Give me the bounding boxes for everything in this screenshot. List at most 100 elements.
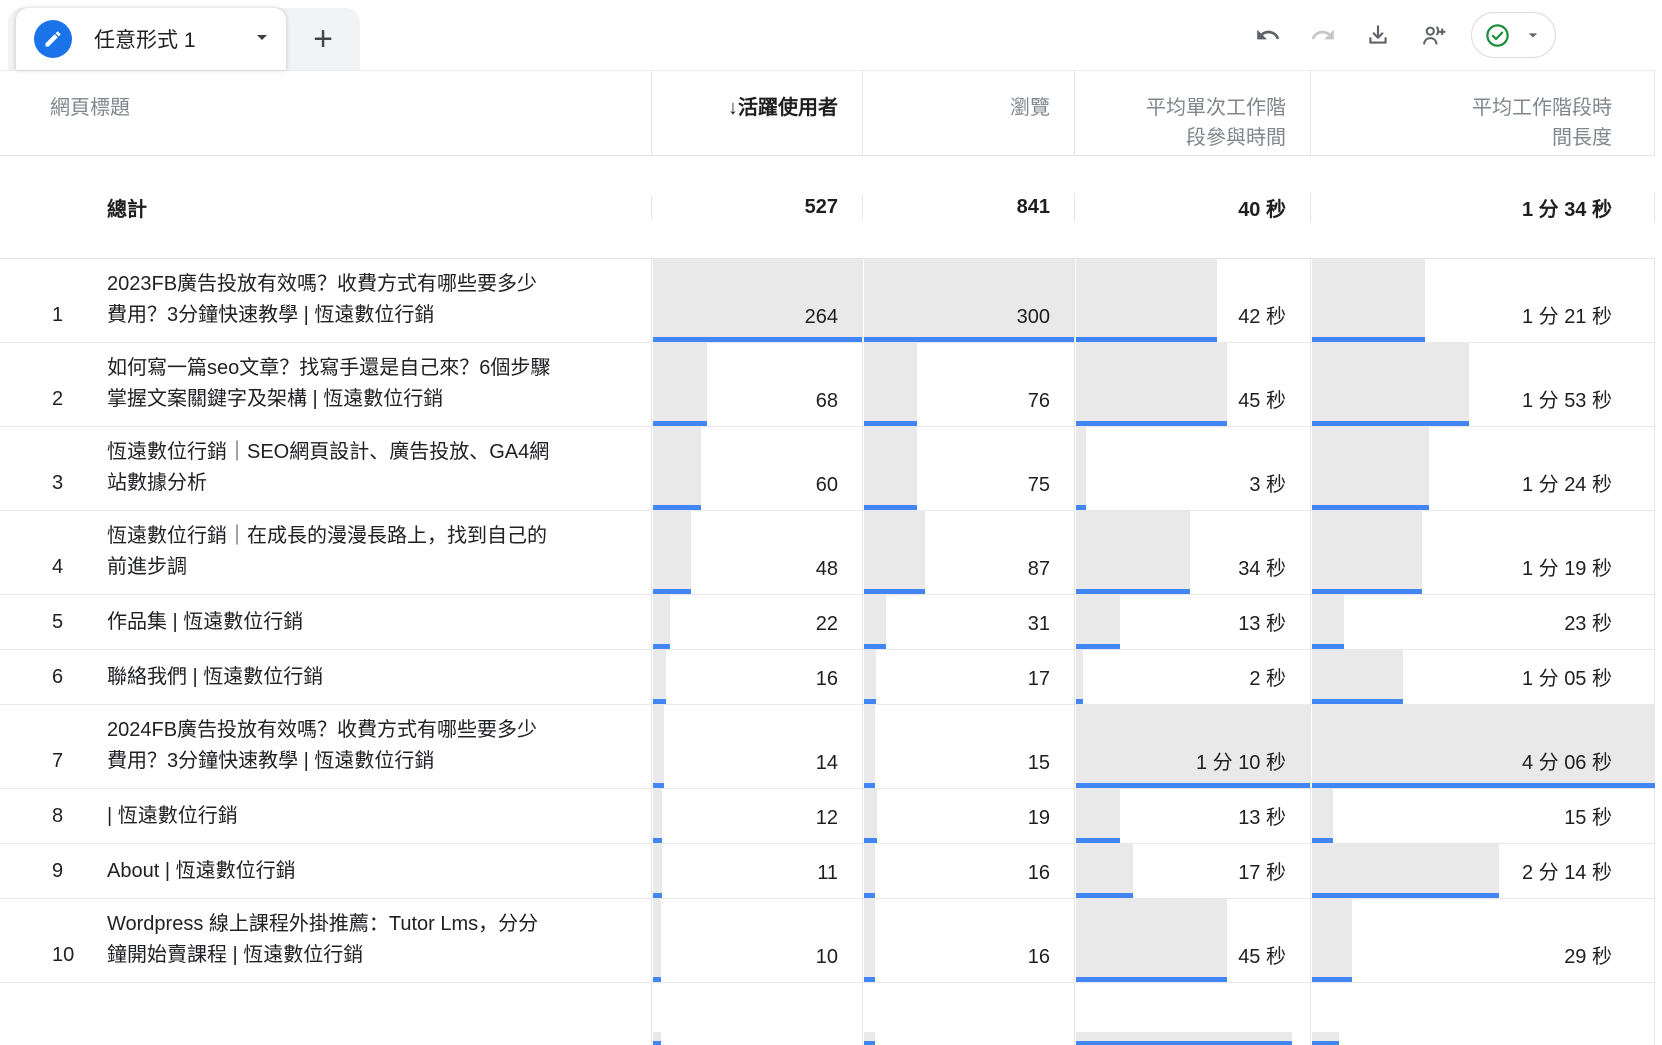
totals-avg-engagement: 40 秒	[1074, 193, 1310, 222]
table-row[interactable]: 7 2024FB廣告投放有效嗎？收費方式有哪些要多少費用？3分鐘快速教學 | 恆…	[0, 705, 1655, 789]
totals-active-users: 527	[651, 196, 862, 219]
table-row[interactable]: 10 Wordpress 線上課程外掛推薦：Tutor Lms，分分鐘開始賣課程…	[0, 899, 1655, 983]
table-row[interactable]: 6 聯絡我們 | 恆遠數位行銷 16 17 2 秒 1 分 05 秒	[0, 650, 1655, 705]
row-rank: 5	[52, 607, 82, 638]
avg-session-cell: 23 秒	[1310, 595, 1655, 649]
tab-freeform-1[interactable]: 任意形式 1	[16, 8, 286, 70]
views-value: 19	[1028, 807, 1050, 830]
avg-engagement-value: 1 分 10 秒	[1196, 746, 1286, 775]
header-views[interactable]: 瀏覽	[862, 71, 1074, 155]
views-cell: 19	[862, 789, 1074, 843]
page-title-cell: 10 Wordpress 線上課程外掛推薦：Tutor Lms，分分鐘開始賣課程…	[0, 899, 651, 982]
views-value: 17	[1028, 668, 1050, 691]
download-icon[interactable]	[1365, 22, 1391, 48]
avg-engagement-cell: 2 秒	[1074, 650, 1310, 704]
page-title-cell: 1 2023FB廣告投放有效嗎？收費方式有哪些要多少費用？3分鐘快速教學 | 恆…	[0, 259, 651, 342]
avg-session-value: 1 分 53 秒	[1522, 384, 1612, 413]
save-status-button[interactable]	[1471, 12, 1556, 58]
row-rank: 9	[52, 856, 82, 887]
totals-label: 總計	[0, 193, 651, 222]
edit-pencil-badge	[34, 20, 72, 58]
table-row[interactable]: 3 恆遠數位行銷｜SEO網頁設計、廣告投放、GA4網站數據分析 60 75 3 …	[0, 427, 1655, 511]
views-bar	[864, 705, 875, 788]
active-users-bar	[653, 899, 661, 982]
avg-engagement-bar	[1076, 343, 1227, 426]
header-active-users[interactable]: ↓活躍使用者	[651, 71, 862, 155]
avg-session-cell: 1 分 21 秒	[1310, 259, 1655, 342]
header-avg-session-duration[interactable]: 平均工作階段時間長度	[1310, 71, 1655, 155]
pencil-icon	[43, 29, 63, 49]
active-users-value: 10	[816, 946, 838, 969]
avg-session-cell: 29 秒	[1310, 899, 1655, 982]
page-title-text: 2023FB廣告投放有效嗎？收費方式有哪些要多少費用？3分鐘快速教學 | 恆遠數…	[107, 269, 552, 331]
redo-icon[interactable]	[1310, 22, 1336, 48]
table-row[interactable]: 5 作品集 | 恆遠數位行銷 22 31 13 秒 23 秒	[0, 595, 1655, 650]
avg-session-value: 15 秒	[1564, 801, 1612, 830]
row-rank: 3	[52, 468, 82, 499]
avg-engagement-bar	[1076, 259, 1217, 342]
active-users-cell: 22	[651, 595, 862, 649]
active-users-bar	[653, 789, 662, 843]
saved-check-icon	[1484, 22, 1511, 49]
views-value: 16	[1028, 862, 1050, 885]
page-title-text: 聯絡我們 | 恆遠數位行銷	[107, 662, 323, 693]
page-title-cell: 6 聯絡我們 | 恆遠數位行銷	[0, 650, 651, 704]
active-users-value: 48	[816, 558, 838, 581]
views-cell: 16	[862, 899, 1074, 982]
table-row[interactable]: 9 About | 恆遠數位行銷 11 16 17 秒 2 分 14 秒	[0, 844, 1655, 899]
avg-engagement-cell: 13 秒	[1074, 789, 1310, 843]
page-title-cell: 8 | 恆遠數位行銷	[0, 789, 651, 843]
table-row-partial[interactable]	[0, 983, 1655, 1045]
active-users-cell: 10	[651, 899, 862, 982]
row-rank: 8	[52, 801, 82, 832]
active-users-bar	[653, 595, 670, 649]
views-bar	[864, 1032, 875, 1045]
active-users-cell: 11	[651, 844, 862, 898]
share-add-user-icon[interactable]	[1420, 22, 1446, 48]
page-title-text: About | 恆遠數位行銷	[107, 856, 296, 887]
views-cell: 300	[862, 259, 1074, 342]
page-title-cell: 2 如何寫一篇seo文章？找寫手還是自己來？6個步驟掌握文案關鍵字及架構 | 恆…	[0, 343, 651, 426]
table-row[interactable]: 2 如何寫一篇seo文章？找寫手還是自己來？6個步驟掌握文案關鍵字及架構 | 恆…	[0, 343, 1655, 427]
header-page-title[interactable]: 網頁標題	[0, 71, 651, 155]
avg-session-value: 23 秒	[1564, 607, 1612, 636]
avg-engagement-value: 42 秒	[1238, 300, 1286, 329]
avg-engagement-bar	[1076, 650, 1083, 704]
avg-engagement-value: 34 秒	[1238, 552, 1286, 581]
avg-session-value: 2 分 14 秒	[1522, 856, 1612, 885]
active-users-bar	[653, 343, 707, 426]
active-users-bar	[653, 705, 664, 788]
active-users-cell: 16	[651, 650, 862, 704]
table-row[interactable]: 4 恆遠數位行銷｜在成長的漫漫長路上，找到自己的前進步調 48 87 34 秒 …	[0, 511, 1655, 595]
active-users-cell: 60	[651, 427, 862, 510]
totals-views: 841	[862, 196, 1074, 219]
totals-avg-session: 1 分 34 秒	[1310, 193, 1655, 222]
toolbar	[1255, 0, 1556, 70]
views-cell: 31	[862, 595, 1074, 649]
tab-label: 任意形式 1	[94, 24, 250, 54]
avg-engagement-value: 45 秒	[1238, 384, 1286, 413]
page-title-text: 恆遠數位行銷｜SEO網頁設計、廣告投放、GA4網站數據分析	[107, 437, 552, 499]
active-users-bar	[653, 511, 691, 594]
avg-session-value: 1 分 21 秒	[1522, 300, 1612, 329]
active-users-cell: 14	[651, 705, 862, 788]
avg-engagement-value: 13 秒	[1238, 801, 1286, 830]
undo-icon[interactable]	[1255, 22, 1281, 48]
ga4-exploration-freeform: { "tab_bar": { "active_tab_label": "任意形式…	[0, 0, 1662, 1044]
views-bar	[864, 899, 875, 982]
table-row[interactable]: 1 2023FB廣告投放有效嗎？收費方式有哪些要多少費用？3分鐘快速教學 | 恆…	[0, 259, 1655, 343]
avg-engagement-cell: 45 秒	[1074, 343, 1310, 426]
tab-caret-icon[interactable]	[250, 25, 274, 54]
avg-engagement-value: 3 秒	[1249, 468, 1286, 497]
avg-engagement-bar	[1076, 511, 1190, 594]
table-row[interactable]: 8 | 恆遠數位行銷 12 19 13 秒 15 秒	[0, 789, 1655, 844]
page-title-text: 2024FB廣告投放有效嗎？收費方式有哪些要多少費用？3分鐘快速教學 | 恆遠數…	[107, 715, 552, 777]
header-avg-engagement-time[interactable]: 平均單次工作階段參與時間	[1074, 71, 1310, 155]
active-users-bar	[653, 1032, 661, 1045]
avg-engagement-cell: 42 秒	[1074, 259, 1310, 342]
page-title-cell: 4 恆遠數位行銷｜在成長的漫漫長路上，找到自己的前進步調	[0, 511, 651, 594]
row-rank: 2	[52, 384, 82, 415]
add-tab-button[interactable]: +	[286, 8, 360, 70]
avg-engagement-bar	[1076, 427, 1086, 510]
active-users-cell: 12	[651, 789, 862, 843]
